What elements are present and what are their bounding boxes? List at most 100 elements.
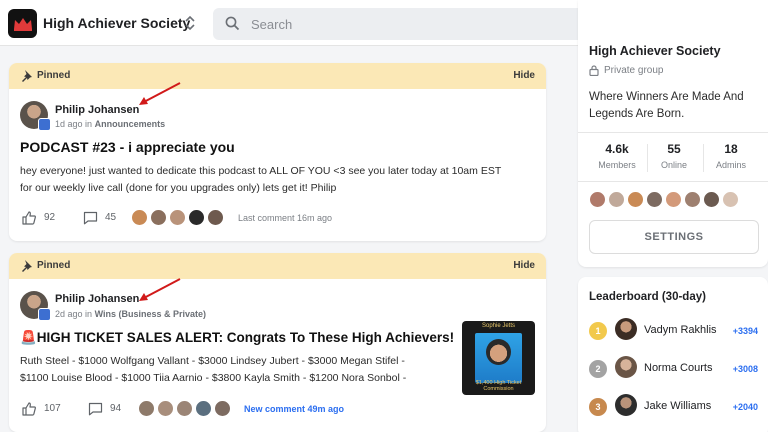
author-name[interactable]: Philip Johansen bbox=[55, 104, 139, 116]
leader-name[interactable]: Vadym Rakhlis bbox=[644, 324, 717, 336]
member-avatar[interactable] bbox=[608, 191, 625, 208]
member-avatar[interactable] bbox=[665, 191, 682, 208]
commenter-avatar[interactable] bbox=[214, 400, 231, 417]
thumbs-up-icon[interactable] bbox=[22, 402, 36, 416]
pinned-bar: Pinned Hide bbox=[9, 63, 546, 89]
rank-medal-gold-icon: 1 bbox=[589, 322, 607, 342]
member-avatar[interactable] bbox=[646, 191, 663, 208]
divider bbox=[578, 132, 768, 133]
leader-avatar[interactable] bbox=[615, 318, 637, 340]
post-category[interactable]: Announcements bbox=[95, 119, 166, 129]
stat-label: Members bbox=[598, 160, 636, 170]
commenter-avatar[interactable] bbox=[176, 400, 193, 417]
stat-online[interactable]: 55 Online bbox=[646, 142, 702, 170]
comment-icon[interactable] bbox=[88, 402, 103, 416]
member-avatar[interactable] bbox=[722, 191, 739, 208]
post-time: 1d ago bbox=[55, 119, 83, 129]
commenter-avatar[interactable] bbox=[131, 209, 148, 226]
settings-button[interactable]: SETTINGS bbox=[589, 220, 759, 254]
post-in: in bbox=[85, 309, 93, 319]
commenter-avatar[interactable] bbox=[169, 209, 186, 226]
post-body[interactable]: Ruth Steel - $1000 Wolfgang Vallant - $3… bbox=[20, 353, 406, 387]
post-in: in bbox=[85, 119, 93, 129]
group-name[interactable]: High Achiever Society bbox=[589, 44, 721, 58]
lock-icon bbox=[589, 65, 599, 76]
commenter-avatar[interactable] bbox=[207, 209, 224, 226]
stat-value: 18 bbox=[724, 142, 738, 156]
hide-button[interactable]: Hide bbox=[513, 70, 535, 81]
stat-label: Admins bbox=[715, 160, 746, 170]
crown-logo[interactable] bbox=[8, 9, 37, 38]
post-stats: 107 94 New comment 49m ago bbox=[20, 400, 460, 418]
commenter-avatar[interactable] bbox=[157, 400, 174, 417]
group-switcher-title[interactable]: High Achiever Society bbox=[43, 15, 190, 31]
post-meta: 1d ago in Announcements bbox=[55, 119, 165, 129]
post-body[interactable]: hey everyone! just wanted to dedicate th… bbox=[20, 163, 501, 197]
post-category[interactable]: Wins (Business & Private) bbox=[95, 309, 206, 319]
like-count: 107 bbox=[44, 403, 61, 414]
leader-avatar[interactable] bbox=[615, 394, 637, 416]
rank-number: 3 bbox=[589, 398, 607, 416]
stat-value: 4.6k bbox=[605, 142, 629, 156]
post-body-line: Ruth Steel - $1000 Wolfgang Vallant - $3… bbox=[20, 355, 405, 367]
post-title[interactable]: PODCAST #23 - i appreciate you bbox=[20, 139, 235, 155]
leader-name[interactable]: Jake Williams bbox=[644, 400, 711, 412]
stat-members[interactable]: 4.6k Members bbox=[589, 142, 645, 170]
thumbnail-top-text: Sophie Jetts bbox=[481, 323, 516, 329]
comment-icon[interactable] bbox=[83, 211, 98, 225]
author-avatar[interactable] bbox=[20, 291, 51, 321]
author-avatar[interactable] bbox=[20, 101, 51, 131]
rank-medal-silver-icon: 2 bbox=[589, 360, 607, 380]
member-avatar[interactable] bbox=[589, 191, 606, 208]
rank-number: 1 bbox=[589, 322, 607, 340]
post-time: 2d ago bbox=[55, 309, 83, 319]
group-privacy: Private group bbox=[604, 65, 664, 76]
post-meta: 2d ago in Wins (Business & Private) bbox=[55, 309, 206, 319]
leader-points: +3008 bbox=[732, 364, 758, 374]
annotation-arrow bbox=[139, 82, 181, 105]
thumbs-up-icon[interactable] bbox=[22, 211, 36, 225]
stat-value: 55 bbox=[667, 142, 681, 156]
post-card-1[interactable]: Pinned Hide Philip Johansen 1d ago in An… bbox=[9, 63, 546, 241]
member-avatar[interactable] bbox=[703, 191, 720, 208]
leaderboard-card: Leaderboard (30-day) 1 Vadym Rakhlis +33… bbox=[578, 277, 768, 432]
pinned-bar: Pinned Hide bbox=[9, 253, 546, 279]
leader-points: +2040 bbox=[732, 402, 758, 412]
search-icon bbox=[225, 16, 240, 31]
post-stats: 92 45 Last comment 16m ago bbox=[20, 209, 535, 227]
group-description: Where Winners Are Made And Legends Are B… bbox=[589, 91, 744, 120]
leader-name[interactable]: Norma Courts bbox=[644, 362, 712, 374]
search-input[interactable] bbox=[251, 14, 631, 34]
hide-button[interactable]: Hide bbox=[513, 260, 535, 271]
pin-icon bbox=[22, 260, 32, 272]
commenter-avatar[interactable] bbox=[195, 400, 212, 417]
pinned-label: Pinned bbox=[37, 70, 71, 81]
author-name[interactable]: Philip Johansen bbox=[55, 293, 139, 305]
leaderboard-title[interactable]: Leaderboard (30-day) bbox=[589, 291, 706, 303]
member-avatar[interactable] bbox=[627, 191, 644, 208]
leader-points: +3394 bbox=[732, 326, 758, 336]
last-comment-time: Last comment 16m ago bbox=[238, 213, 333, 223]
new-comment-link[interactable]: New comment 49m ago bbox=[244, 404, 344, 414]
post-title[interactable]: 🚨HIGH TICKET SALES ALERT: Congrats To Th… bbox=[20, 330, 454, 346]
post-thumbnail[interactable]: Sophie Jetts $1,400 High Ticket Commissi… bbox=[462, 321, 535, 395]
post-body-line: hey everyone! just wanted to dedicate th… bbox=[20, 165, 502, 177]
divider bbox=[578, 181, 768, 182]
comment-count: 45 bbox=[105, 212, 117, 223]
chevron-up-down-icon[interactable] bbox=[184, 13, 196, 33]
commenter-avatar[interactable] bbox=[188, 209, 205, 226]
pinned-label: Pinned bbox=[37, 260, 71, 271]
member-avatar[interactable] bbox=[684, 191, 701, 208]
thumbnail-bottom-text: $1,400 High Ticket Commission bbox=[475, 380, 522, 392]
commenter-avatar[interactable] bbox=[138, 400, 155, 417]
crown-icon bbox=[13, 17, 32, 31]
stat-admins[interactable]: 18 Admins bbox=[703, 142, 759, 170]
post-card-2[interactable]: Pinned Hide Philip Johansen 2d ago in Wi… bbox=[9, 253, 546, 432]
leader-avatar[interactable] bbox=[615, 356, 637, 378]
admin-badge-icon bbox=[38, 308, 51, 321]
commenter-avatar[interactable] bbox=[150, 209, 167, 226]
group-card: High Achiever Society Private group Wher… bbox=[578, 0, 768, 267]
post-body-line: $1100 Louise Blood - $1000 Tiia Aarnio -… bbox=[20, 372, 407, 384]
pin-icon bbox=[22, 70, 32, 82]
comment-count: 94 bbox=[110, 403, 122, 414]
